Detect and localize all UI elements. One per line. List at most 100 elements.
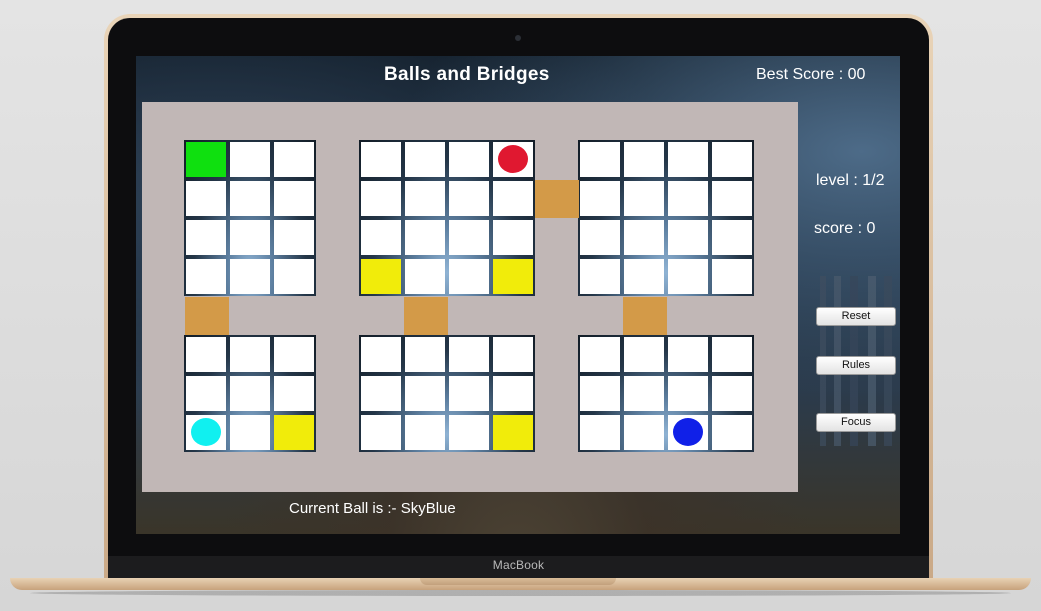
grid-cell[interactable]: [624, 142, 664, 177]
laptop-notch: [420, 578, 616, 585]
game-title: Balls and Bridges: [384, 64, 550, 85]
grid-cell[interactable]: [186, 337, 226, 372]
grid-cell[interactable]: [405, 142, 445, 177]
rules-button[interactable]: Rules: [816, 356, 896, 375]
goal-tile[interactable]: [361, 259, 401, 294]
grid-cell[interactable]: [624, 415, 664, 450]
grid-cell[interactable]: [668, 376, 708, 411]
grid-cell[interactable]: [405, 181, 445, 216]
grid-cell[interactable]: [712, 220, 752, 255]
goal-tile[interactable]: [274, 415, 314, 450]
grid-cell[interactable]: [361, 220, 401, 255]
grid-cell[interactable]: [186, 181, 226, 216]
grid-cell[interactable]: [580, 376, 620, 411]
grid-cell[interactable]: [624, 337, 664, 372]
grid-cell[interactable]: [274, 142, 314, 177]
grid-cell[interactable]: [186, 259, 226, 294]
grid-cell[interactable]: [230, 259, 270, 294]
best-score: Best Score : 00: [756, 66, 866, 83]
laptop-shadow: [30, 590, 1011, 596]
grid-cell[interactable]: [186, 220, 226, 255]
grid-cell[interactable]: [361, 181, 401, 216]
grid-cell[interactable]: [668, 220, 708, 255]
grid-cell[interactable]: [580, 181, 620, 216]
grid-cell[interactable]: [493, 142, 533, 177]
goal-tile[interactable]: [493, 415, 533, 450]
score-indicator: score : 0: [814, 220, 876, 237]
ball-blue[interactable]: [673, 418, 703, 446]
grid-cell[interactable]: [493, 181, 533, 216]
focus-button[interactable]: Focus: [816, 413, 896, 432]
grid-cell[interactable]: [624, 181, 664, 216]
laptop-brand-label: MacBook: [492, 558, 545, 572]
grid-cell[interactable]: [230, 142, 270, 177]
grid-cell[interactable]: [230, 415, 270, 450]
grid-cell[interactable]: [186, 415, 226, 450]
grid-cell[interactable]: [449, 220, 489, 255]
current-ball-status: Current Ball is :- SkyBlue: [289, 500, 456, 517]
grid-cell[interactable]: [274, 259, 314, 294]
game-board: [142, 102, 798, 492]
grid-cell[interactable]: [449, 142, 489, 177]
grid-cell[interactable]: [361, 337, 401, 372]
bridge-top-middle-to-bottom-middle[interactable]: [404, 297, 448, 335]
grid-cell[interactable]: [449, 181, 489, 216]
grid-cell[interactable]: [449, 259, 489, 294]
grid-cell[interactable]: [405, 259, 445, 294]
grid-cell[interactable]: [624, 376, 664, 411]
grid-cell[interactable]: [493, 220, 533, 255]
grid-cell[interactable]: [624, 220, 664, 255]
grid-cell[interactable]: [274, 220, 314, 255]
ball-red[interactable]: [498, 145, 528, 173]
grid-cell[interactable]: [580, 337, 620, 372]
grid-cell[interactable]: [624, 259, 664, 294]
bridge-top-right-to-bottom-right[interactable]: [623, 297, 667, 335]
game-screen: Balls and Bridges Best Score : 00 level …: [136, 56, 900, 534]
grid-top-left: [184, 140, 316, 296]
grid-cell[interactable]: [712, 181, 752, 216]
goal-tile[interactable]: [493, 259, 533, 294]
grid-cell[interactable]: [668, 415, 708, 450]
grid-cell[interactable]: [230, 181, 270, 216]
start-tile[interactable]: [186, 142, 226, 177]
grid-cell[interactable]: [668, 181, 708, 216]
grid-cell[interactable]: [668, 142, 708, 177]
grid-cell[interactable]: [668, 337, 708, 372]
grid-cell[interactable]: [712, 142, 752, 177]
grid-cell[interactable]: [712, 415, 752, 450]
grid-cell[interactable]: [230, 220, 270, 255]
bridge-top-middle-to-top-right[interactable]: [535, 180, 579, 218]
level-indicator: level : 1/2: [816, 172, 885, 189]
grid-cell[interactable]: [580, 220, 620, 255]
grid-top-right: [578, 140, 754, 296]
grid-cell[interactable]: [405, 415, 445, 450]
grid-cell[interactable]: [361, 376, 401, 411]
grid-cell[interactable]: [361, 142, 401, 177]
grid-bottom-right: [578, 335, 754, 452]
grid-cell[interactable]: [230, 337, 270, 372]
grid-cell[interactable]: [712, 376, 752, 411]
ball-skyblue[interactable]: [191, 418, 221, 446]
grid-cell[interactable]: [580, 142, 620, 177]
grid-cell[interactable]: [668, 259, 708, 294]
grid-cell[interactable]: [274, 181, 314, 216]
grid-cell[interactable]: [493, 376, 533, 411]
grid-cell[interactable]: [449, 415, 489, 450]
grid-cell[interactable]: [449, 337, 489, 372]
reset-button[interactable]: Reset: [816, 307, 896, 326]
grid-cell[interactable]: [274, 376, 314, 411]
bridge-top-left-to-bottom-left[interactable]: [185, 297, 229, 335]
grid-cell[interactable]: [580, 415, 620, 450]
grid-cell[interactable]: [405, 376, 445, 411]
grid-cell[interactable]: [230, 376, 270, 411]
grid-cell[interactable]: [493, 337, 533, 372]
grid-cell[interactable]: [186, 376, 226, 411]
grid-cell[interactable]: [274, 337, 314, 372]
grid-cell[interactable]: [580, 259, 620, 294]
grid-cell[interactable]: [405, 337, 445, 372]
grid-cell[interactable]: [405, 220, 445, 255]
grid-cell[interactable]: [712, 337, 752, 372]
grid-cell[interactable]: [449, 376, 489, 411]
grid-cell[interactable]: [712, 259, 752, 294]
grid-cell[interactable]: [361, 415, 401, 450]
